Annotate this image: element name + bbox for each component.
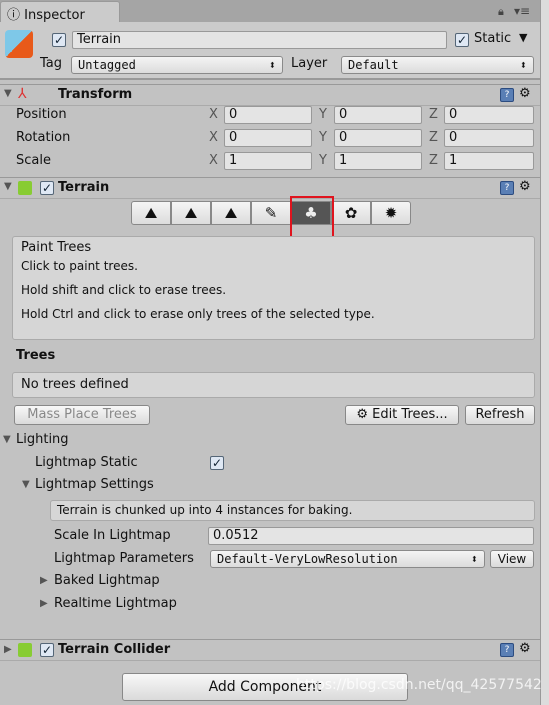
mass-place-trees-button[interactable]: Mass Place Trees [14, 405, 150, 425]
lightmap-parameters-dropdown[interactable]: Default-VeryLowResolution ⬍ [210, 550, 485, 568]
chunk-info-box: Terrain is chunked up into 4 instances f… [50, 500, 535, 521]
axis-label: Z [429, 107, 438, 122]
refresh-button[interactable]: Refresh [465, 405, 535, 425]
help-icon[interactable]: ? [500, 181, 514, 195]
terrain-settings-icon: ✹ [384, 204, 398, 222]
trees-list[interactable]: No trees defined [12, 372, 535, 398]
static-dropdown-icon[interactable]: ▼ [519, 31, 527, 44]
position-z-field[interactable]: 0 [444, 106, 534, 124]
layer-dropdown[interactable]: Default ⬍ [341, 56, 534, 74]
collider-title: Terrain Collider [58, 642, 171, 657]
selection-highlight [290, 196, 334, 238]
position-y-field[interactable]: 0 [334, 106, 422, 124]
lock-icon[interactable]: 🔒︎ [498, 5, 504, 19]
help-box: Paint Trees Click to paint trees. Hold s… [12, 236, 535, 340]
realtime-lightmap-foldout[interactable]: Realtime Lightmap [54, 596, 177, 611]
gear-icon[interactable]: ⚙ [519, 179, 531, 194]
lighting-foldout[interactable]: Lighting [16, 432, 69, 447]
gear-icon[interactable]: ⚙ [519, 641, 531, 656]
scrollbar[interactable] [540, 0, 549, 705]
transform-icon: ⅄ [18, 86, 27, 102]
help-icon[interactable]: ? [500, 88, 514, 102]
help-title: Paint Trees [21, 240, 92, 255]
smooth-height-icon: ⛰ [224, 204, 238, 222]
baked-lightmap-foldout[interactable]: Baked Lightmap [54, 573, 160, 588]
view-button[interactable]: View [490, 550, 534, 568]
lightmap-parameters-label: Lightmap Parameters [54, 551, 194, 566]
rotation-y-field[interactable]: 0 [334, 129, 422, 147]
transform-title: Transform [58, 87, 133, 102]
lightmap-static-checkbox[interactable]: ✓ [210, 456, 224, 470]
active-checkbox[interactable]: ✓ [52, 33, 66, 47]
axis-label: X [209, 130, 218, 145]
static-checkbox[interactable]: ✓ [455, 33, 469, 47]
axis-label: Y [319, 130, 327, 145]
terrain-collider-icon [18, 643, 32, 657]
foldout-open-icon[interactable]: ▼ [4, 181, 12, 192]
name-field[interactable]: Terrain [72, 31, 447, 49]
paint-texture-icon: ✎ [264, 204, 278, 222]
scale-x-field[interactable]: 1 [224, 152, 312, 170]
lightmap-static-label: Lightmap Static [35, 455, 138, 470]
transform-row-label: Position [16, 107, 67, 122]
gear-icon[interactable]: ⚙ [519, 86, 531, 101]
tag-label: Tag [40, 56, 63, 71]
info-icon: ⓘ [7, 8, 21, 23]
edit-trees-button[interactable]: ⚙ Edit Trees... [345, 405, 459, 425]
collider-enabled-checkbox[interactable]: ✓ [40, 643, 54, 657]
axis-label: X [209, 107, 218, 122]
axis-label: Y [319, 107, 327, 122]
foldout-open-icon[interactable]: ▼ [3, 434, 11, 445]
terrain-settings-tool-button[interactable]: ✹ [371, 201, 411, 225]
help-line: Click to paint trees. [21, 259, 138, 273]
menu-icon[interactable]: ▾≡ [514, 4, 530, 18]
foldout-closed-icon[interactable]: ▶ [4, 644, 12, 655]
layer-label: Layer [291, 56, 328, 71]
terrain-icon [18, 181, 32, 195]
rotation-x-field[interactable]: 0 [224, 129, 312, 147]
smooth-height-tool-button[interactable]: ⛰ [211, 201, 251, 225]
scale-in-lightmap-label: Scale In Lightmap [54, 528, 171, 543]
scale-in-lightmap-field[interactable]: 0.0512 [208, 527, 534, 545]
axis-label: Y [319, 153, 327, 168]
watermark: https://blog.csdn.net/qq_42577542 [296, 677, 542, 693]
gameobject-icon [5, 30, 33, 58]
foldout-open-icon[interactable]: ▼ [4, 88, 12, 99]
raise-lower-terrain-icon: ⛰ [144, 204, 158, 222]
foldout-closed-icon[interactable]: ▶ [40, 598, 48, 609]
help-icon[interactable]: ? [500, 643, 514, 657]
foldout-open-icon[interactable]: ▼ [22, 479, 30, 490]
transform-row-label: Scale [16, 153, 51, 168]
scale-y-field[interactable]: 1 [334, 152, 422, 170]
paint-details-icon: ✿ [344, 204, 358, 222]
foldout-closed-icon[interactable]: ▶ [40, 575, 48, 586]
scale-z-field[interactable]: 1 [444, 152, 534, 170]
paint-height-icon: ⛰ [184, 204, 198, 222]
static-label: Static [474, 31, 512, 46]
help-line: Hold Ctrl and click to erase only trees … [21, 307, 375, 321]
position-x-field[interactable]: 0 [224, 106, 312, 124]
transform-row-label: Rotation [16, 130, 71, 145]
terrain-title: Terrain [58, 180, 110, 195]
tag-dropdown[interactable]: Untagged ⬍ [71, 56, 283, 74]
help-line: Hold shift and click to erase trees. [21, 283, 227, 297]
axis-label: Z [429, 130, 438, 145]
paint-texture-tool-button[interactable]: ✎ [251, 201, 291, 225]
paint-height-tool-button[interactable]: ⛰ [171, 201, 211, 225]
lightmap-settings-foldout[interactable]: Lightmap Settings [35, 477, 154, 492]
raise-lower-terrain-tool-button[interactable]: ⛰ [131, 201, 171, 225]
terrain-enabled-checkbox[interactable]: ✓ [40, 181, 54, 195]
trees-heading: Trees [16, 348, 56, 363]
rotation-z-field[interactable]: 0 [444, 129, 534, 147]
axis-label: X [209, 153, 218, 168]
tab-inspector[interactable]: ⓘ Inspector [0, 1, 120, 23]
paint-details-tool-button[interactable]: ✿ [331, 201, 371, 225]
axis-label: Z [429, 153, 438, 168]
